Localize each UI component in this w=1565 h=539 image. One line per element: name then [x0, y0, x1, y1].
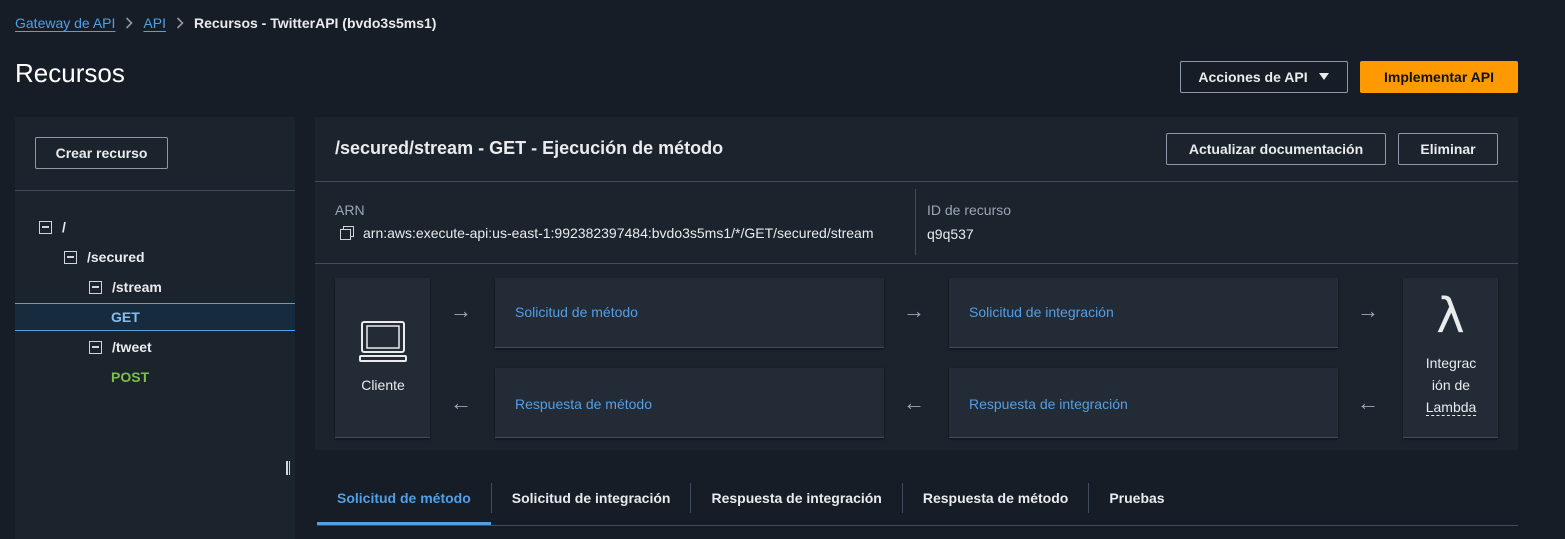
- caret-down-icon: [1318, 73, 1329, 80]
- tab-method-response[interactable]: Respuesta de método: [903, 480, 1088, 516]
- breadcrumb-link-api-gateway[interactable]: Gateway de API: [15, 15, 115, 31]
- divider: [315, 263, 1518, 264]
- tree-item-stream[interactable]: /stream: [15, 273, 295, 301]
- resource-id-label: ID de recurso: [927, 202, 1012, 218]
- create-resource-button[interactable]: Crear recurso: [35, 137, 168, 169]
- sidebar-resize-handle[interactable]: [286, 461, 290, 475]
- tree-item-root[interactable]: /: [15, 213, 295, 241]
- api-actions-label: Acciones de API: [1198, 69, 1308, 85]
- arn-text: arn:aws:execute-api:us-east-1:9923823974…: [363, 225, 874, 241]
- breadcrumb-link-api[interactable]: API: [143, 15, 166, 31]
- tabs-underline: [317, 525, 1518, 526]
- lambda-icon: λ: [1436, 288, 1465, 344]
- collapse-icon[interactable]: [89, 280, 102, 294]
- collapse-icon[interactable]: [39, 220, 52, 234]
- delete-button[interactable]: Eliminar: [1398, 133, 1498, 165]
- computer-icon: [359, 321, 407, 362]
- integration-response-box[interactable]: Respuesta de integración: [949, 368, 1338, 438]
- divider: [315, 181, 1518, 182]
- method-response-box[interactable]: Respuesta de método: [495, 368, 884, 438]
- method-request-box[interactable]: Solicitud de método: [495, 278, 884, 348]
- lambda-integration-label: Integrac ión de Lambda: [1403, 352, 1499, 418]
- arn-label: ARN: [335, 202, 365, 218]
- divider: [915, 189, 916, 255]
- method-response-link[interactable]: Respuesta de método: [515, 396, 652, 412]
- tree-item-label: /: [62, 219, 66, 235]
- breadcrumb-current: Recursos - TwitterAPI (bvdo3s5ms1): [193, 15, 437, 31]
- arrow-left-icon: ←: [903, 390, 925, 415]
- breadcrumb: Gateway de API API Recursos - TwitterAPI…: [15, 13, 436, 33]
- resource-id-value: q9q537: [927, 226, 974, 242]
- integration-request-link[interactable]: Solicitud de integración: [969, 304, 1114, 320]
- tree-item-tweet[interactable]: /tweet: [15, 333, 295, 361]
- tab-integration-response[interactable]: Respuesta de integración: [691, 480, 901, 516]
- update-documentation-button[interactable]: Actualizar documentación: [1166, 133, 1386, 165]
- tree-item-label: /secured: [87, 249, 145, 265]
- tab-method-request[interactable]: Solicitud de método: [317, 480, 491, 525]
- arn-value: arn:aws:execute-api:us-east-1:9923823974…: [339, 225, 874, 241]
- collapse-icon[interactable]: [89, 340, 102, 354]
- arrow-right-icon: →: [450, 298, 472, 323]
- tree-item-label: /stream: [112, 279, 162, 295]
- tree-item-label: GET: [111, 309, 140, 325]
- collapse-icon[interactable]: [64, 250, 77, 264]
- arrow-right-icon: →: [903, 298, 925, 323]
- tree-item-label: POST: [111, 369, 150, 385]
- tree-item-get-method[interactable]: GET: [15, 303, 295, 331]
- arrow-left-icon: ←: [1357, 390, 1379, 415]
- resources-sidebar: Crear recurso / /secured /stream GET /tw…: [15, 117, 295, 539]
- api-actions-dropdown[interactable]: Acciones de API: [1180, 61, 1348, 93]
- method-request-link[interactable]: Solicitud de método: [515, 304, 638, 320]
- deploy-api-button[interactable]: Implementar API: [1360, 61, 1518, 93]
- chevron-right-icon: [176, 17, 184, 29]
- copy-icon[interactable]: [339, 225, 355, 241]
- panel-title: /secured/stream - GET - Ejecución de mét…: [335, 138, 724, 158]
- chevron-right-icon: [125, 17, 134, 29]
- integration-request-box[interactable]: Solicitud de integración: [949, 278, 1338, 348]
- method-tabs: Solicitud de método Solicitud de integra…: [317, 480, 1185, 526]
- tab-tests[interactable]: Pruebas: [1089, 480, 1184, 516]
- method-execution-panel: /secured/stream - GET - Ejecución de mét…: [315, 117, 1518, 450]
- client-box: Cliente: [335, 278, 430, 438]
- lambda-label-line: Integrac: [1425, 355, 1477, 371]
- integration-response-link[interactable]: Respuesta de integración: [969, 396, 1128, 412]
- arrow-right-icon: →: [1357, 298, 1379, 323]
- sidebar-divider: [15, 190, 295, 191]
- arrow-left-icon: ←: [450, 390, 472, 415]
- lambda-label-line: ión de: [1431, 377, 1471, 393]
- lambda-label-line[interactable]: Lambda: [1425, 399, 1477, 416]
- tree-item-label: /tweet: [112, 339, 152, 355]
- tree-item-post-method[interactable]: POST: [15, 363, 295, 391]
- tab-integration-request[interactable]: Solicitud de integración: [492, 480, 691, 516]
- tree-item-secured[interactable]: /secured: [15, 243, 295, 271]
- page-title: Recursos: [15, 58, 125, 88]
- client-label: Cliente: [361, 377, 405, 393]
- lambda-integration-box: λ Integrac ión de Lambda: [1403, 278, 1498, 438]
